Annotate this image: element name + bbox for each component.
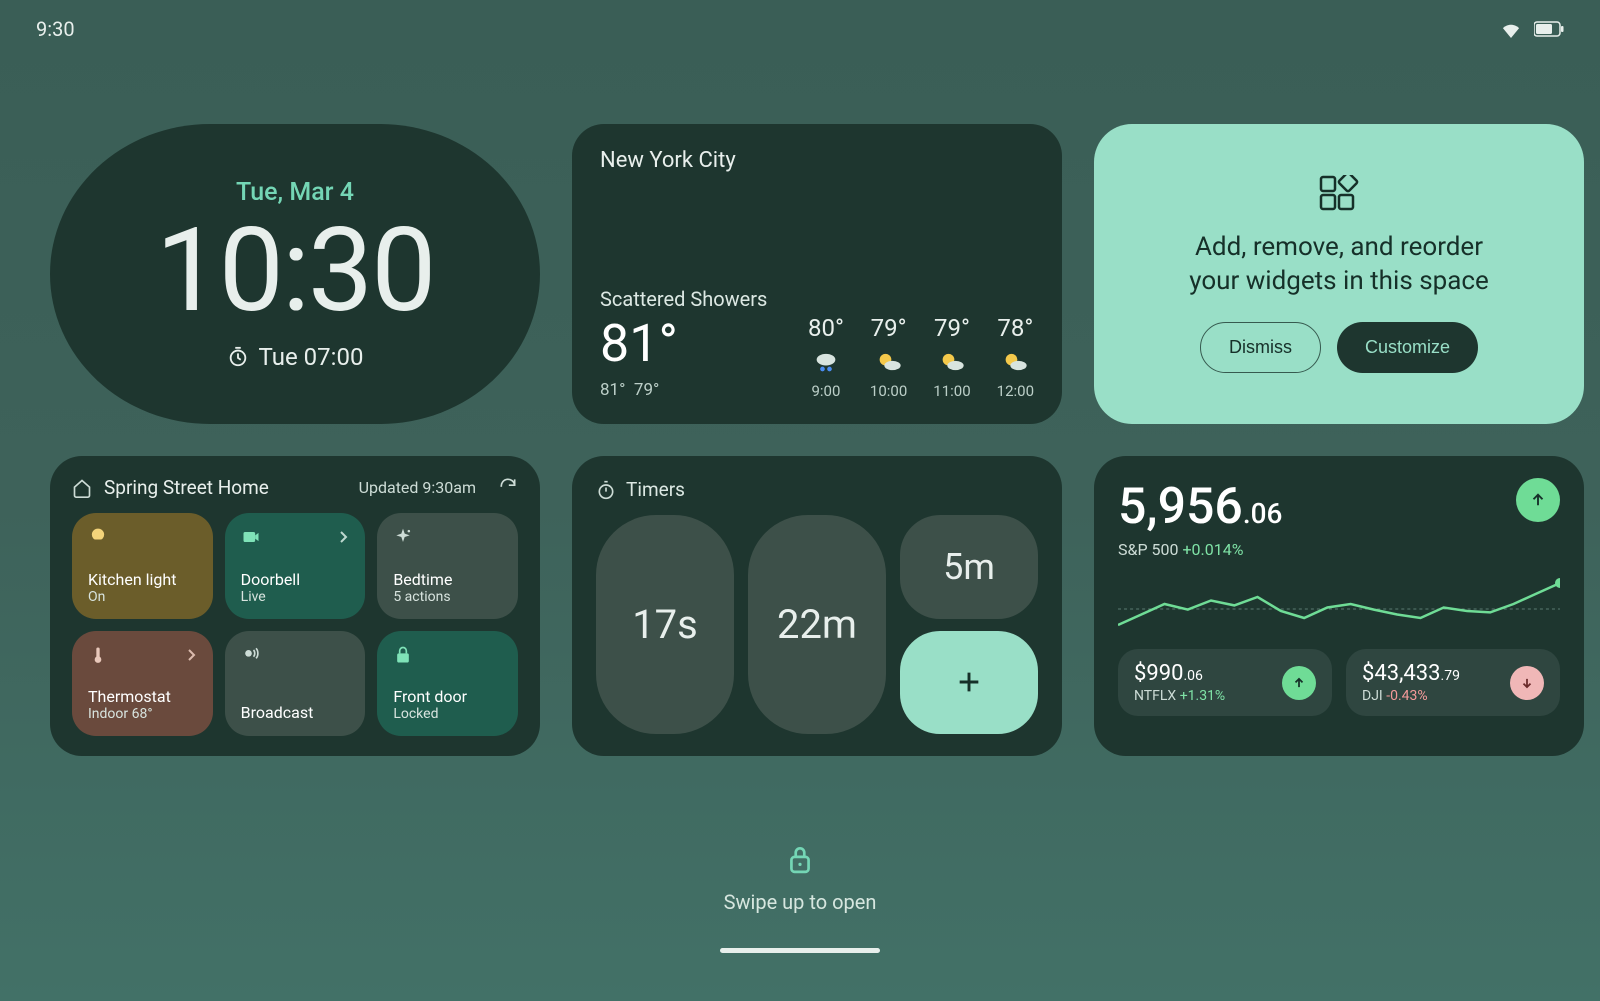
- refresh-icon: [498, 476, 518, 496]
- forecast-item: 79° 11:00: [933, 314, 970, 400]
- timers-title: Timers: [626, 478, 685, 501]
- weather-widget[interactable]: New York City Scattered Showers 81° 81° …: [572, 124, 1062, 424]
- clock-time: 10:30: [156, 213, 435, 329]
- stock-main-name: S&P 500 +0.014%: [1118, 540, 1282, 559]
- tile-broadcast[interactable]: Broadcast: [225, 631, 366, 737]
- home-title: Spring Street Home: [104, 476, 347, 499]
- timers-widget[interactable]: Timers 17s 22m 5m: [572, 456, 1062, 756]
- forecast-row: 80° 9:00 79° 10:00 79° 11:00: [808, 314, 1034, 400]
- home-updated: Updated 9:30am: [359, 478, 476, 497]
- partly-cloudy-icon: [938, 348, 966, 376]
- lock-icon: [787, 844, 813, 874]
- home-widget[interactable]: Spring Street Home Updated 9:30am Kitche…: [50, 456, 540, 756]
- stock-main-price: 5,956.06: [1118, 478, 1282, 536]
- alarm-icon: [227, 346, 249, 368]
- swipe-hint: Swipe up to open: [724, 890, 877, 914]
- widgets-icon: [1319, 175, 1359, 215]
- forecast-item: 78° 12:00: [997, 314, 1034, 400]
- stock-card[interactable]: $43,433.79 DJI -0.43%: [1346, 649, 1560, 716]
- refresh-button[interactable]: [498, 476, 518, 499]
- dismiss-button[interactable]: Dismiss: [1200, 322, 1321, 373]
- stocks-widget[interactable]: 5,956.06 S&P 500 +0.014% $990.06 NTFLX +…: [1094, 456, 1584, 756]
- chevron-right-icon: [187, 648, 197, 662]
- trend-up-icon: [1516, 478, 1560, 522]
- timer-item[interactable]: 5m: [900, 515, 1038, 619]
- plus-icon: [955, 668, 983, 696]
- weather-condition: Scattered Showers: [600, 287, 1034, 311]
- lock-icon: [393, 645, 413, 665]
- lightbulb-icon: [88, 527, 108, 547]
- stopwatch-icon: [596, 480, 616, 500]
- sparkle-icon: [393, 527, 413, 547]
- alarm-time: Tue 07:00: [259, 343, 364, 371]
- forecast-item: 79° 10:00: [870, 314, 907, 400]
- sparkline-chart: [1118, 569, 1560, 639]
- thermometer-icon: [88, 645, 108, 665]
- trend-down-icon: [1510, 666, 1544, 700]
- timer-item[interactable]: 17s: [596, 515, 734, 734]
- tile-kitchen-light[interactable]: Kitchen lightOn: [72, 513, 213, 619]
- battery-icon: [1534, 21, 1564, 37]
- status-bar: 9:30: [0, 0, 1600, 58]
- partly-cloudy-icon: [875, 348, 903, 376]
- clock-widget[interactable]: Tue, Mar 4 10:30 Tue 07:00: [50, 124, 540, 424]
- clock-alarm: Tue 07:00: [227, 343, 364, 371]
- stock-card[interactable]: $990.06 NTFLX +1.31%: [1118, 649, 1332, 716]
- weather-temp: 81°: [600, 313, 678, 374]
- forecast-item: 80° 9:00: [808, 314, 844, 400]
- tile-bedtime[interactable]: Bedtime5 actions: [377, 513, 518, 619]
- rain-icon: [812, 348, 840, 376]
- trend-up-icon: [1282, 666, 1316, 700]
- customize-card: Add, remove, and reorder your widgets in…: [1094, 124, 1584, 424]
- weather-hilo: 81° 79°: [600, 380, 678, 400]
- weather-city: New York City: [600, 148, 1034, 173]
- home-icon: [72, 478, 92, 498]
- tile-front-door[interactable]: Front doorLocked: [377, 631, 518, 737]
- wifi-icon: [1500, 20, 1522, 38]
- broadcast-icon: [241, 645, 261, 665]
- camera-icon: [241, 527, 261, 547]
- status-time: 9:30: [36, 17, 75, 41]
- nav-handle[interactable]: [720, 948, 880, 953]
- customize-text: Add, remove, and reorder your widgets in…: [1179, 231, 1499, 299]
- status-icons: [1500, 20, 1564, 38]
- customize-button[interactable]: Customize: [1337, 322, 1478, 373]
- lock-area[interactable]: Swipe up to open: [0, 844, 1600, 953]
- partly-cloudy-icon: [1001, 348, 1029, 376]
- chevron-right-icon: [339, 530, 349, 544]
- tile-thermostat[interactable]: ThermostatIndoor 68°: [72, 631, 213, 737]
- add-timer-button[interactable]: [900, 631, 1038, 735]
- timer-item[interactable]: 22m: [748, 515, 886, 734]
- tile-doorbell[interactable]: DoorbellLive: [225, 513, 366, 619]
